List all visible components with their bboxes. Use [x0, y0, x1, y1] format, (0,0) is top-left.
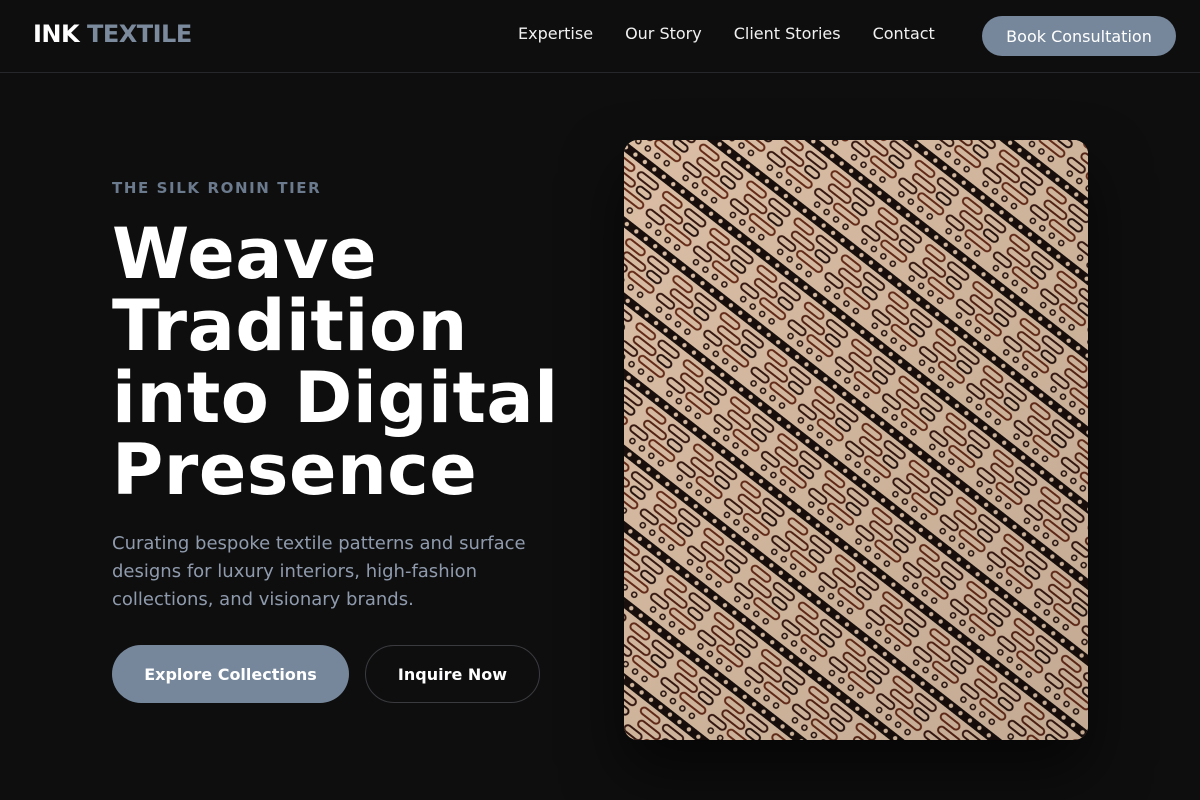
top-navigation: INK TEXTILE Expertise Our Story Client S… [0, 0, 1200, 73]
brand-logo-part-2: TEXTILE [86, 20, 192, 48]
hero-title: Weave Tradition into Digital Presence [112, 218, 612, 506]
hero-title-line-3: into Digital [112, 357, 559, 439]
hero-eyebrow: THE SILK RONIN TIER [112, 179, 322, 197]
brand-logo-part-1: INK [33, 20, 80, 48]
hero-title-line-2: Tradition [112, 285, 468, 367]
brand-logo[interactable]: INK TEXTILE [33, 20, 192, 48]
book-consultation-button[interactable]: Book Consultation [982, 16, 1176, 56]
nav-link-our-story[interactable]: Our Story [625, 24, 702, 43]
hero-description: Curating bespoke textile patterns and su… [112, 533, 526, 610]
nav-link-contact[interactable]: Contact [873, 24, 935, 43]
inquire-now-button[interactable]: Inquire Now [365, 645, 540, 703]
nav-links: Expertise Our Story Client Stories Conta… [518, 24, 935, 43]
explore-collections-button[interactable]: Explore Collections [112, 645, 349, 703]
nav-link-client-stories[interactable]: Client Stories [734, 24, 841, 43]
nav-link-expertise[interactable]: Expertise [518, 24, 593, 43]
hero-title-line-1: Weave [112, 213, 378, 295]
hero-title-line-4: Presence [112, 429, 478, 511]
hero-textile-image [624, 140, 1088, 740]
batik-pattern-graphic [624, 140, 1088, 740]
